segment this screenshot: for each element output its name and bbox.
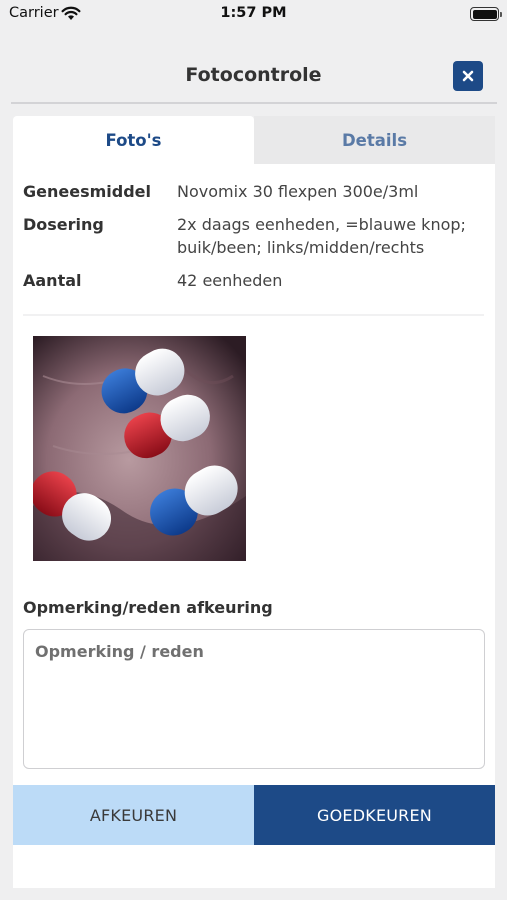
approve-button-label: GOEDKEUREN — [317, 805, 432, 825]
page-title: Fotocontrole — [185, 64, 322, 86]
tab-photos[interactable]: Foto's — [13, 116, 254, 164]
detail-label: Dosering — [23, 215, 104, 234]
reject-button-label: AFKEUREN — [89, 805, 178, 825]
close-button[interactable] — [453, 61, 483, 91]
detail-label: Geneesmiddel — [23, 182, 151, 201]
tab-photos-label: Foto's — [105, 130, 162, 150]
status-time: 1:57 PM — [220, 5, 287, 21]
header-divider — [11, 102, 497, 104]
close-icon — [462, 67, 474, 86]
medication-photo[interactable] — [33, 336, 246, 561]
photo-panel: Geneesmiddel Novomix 30 flexpen 300e/3ml… — [13, 164, 495, 888]
detail-label: Aantal — [23, 271, 82, 290]
remark-label: Opmerking/reden afkeuring — [23, 598, 273, 617]
detail-value: Novomix 30 flexpen 300e/3ml — [177, 182, 419, 201]
battery-icon — [470, 7, 502, 21]
remark-field[interactable] — [23, 629, 485, 769]
tab-details-label: Details — [341, 130, 408, 150]
tab-details[interactable]: Details — [254, 116, 495, 164]
status-bar: Carrier 1:57 PM — [0, 0, 507, 30]
section-divider — [23, 314, 484, 316]
approve-button[interactable]: GOEDKEUREN — [254, 785, 495, 845]
detail-value: 42 eenheden — [177, 271, 283, 290]
detail-value: 2x daags eenheden, =blauwe knop; buik/be… — [177, 215, 466, 257]
reject-button[interactable]: AFKEUREN — [13, 785, 254, 845]
